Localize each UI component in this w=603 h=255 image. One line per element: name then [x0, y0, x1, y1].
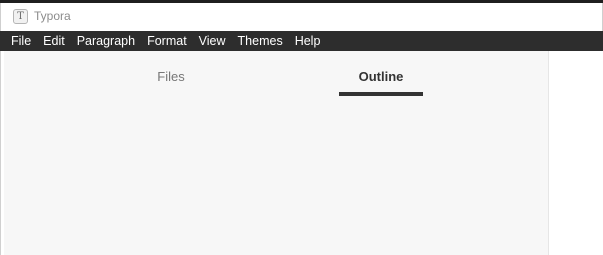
menu-view[interactable]: View — [193, 31, 232, 51]
sidebar-panel: Files Outline — [4, 51, 549, 255]
menu-file[interactable]: File — [5, 31, 37, 51]
menu-themes[interactable]: Themes — [232, 31, 289, 51]
menu-format[interactable]: Format — [141, 31, 193, 51]
menu-help[interactable]: Help — [289, 31, 327, 51]
typora-window: T Typora File Edit Paragraph Format View… — [0, 0, 603, 255]
menu-bar: File Edit Paragraph Format View Themes H… — [0, 31, 603, 51]
active-tab-indicator — [339, 92, 423, 96]
sidebar-tabs: Files Outline — [4, 51, 549, 101]
window-title: Typora — [34, 9, 71, 23]
title-bar[interactable]: T Typora — [0, 3, 603, 31]
tab-files-label: Files — [157, 69, 185, 84]
menu-edit[interactable]: Edit — [37, 31, 71, 51]
editor-area[interactable] — [550, 51, 603, 255]
typora-app-icon[interactable]: T — [13, 9, 28, 24]
tab-files[interactable]: Files — [116, 51, 226, 101]
menu-paragraph[interactable]: Paragraph — [71, 31, 141, 51]
tab-outline-label: Outline — [358, 69, 404, 84]
